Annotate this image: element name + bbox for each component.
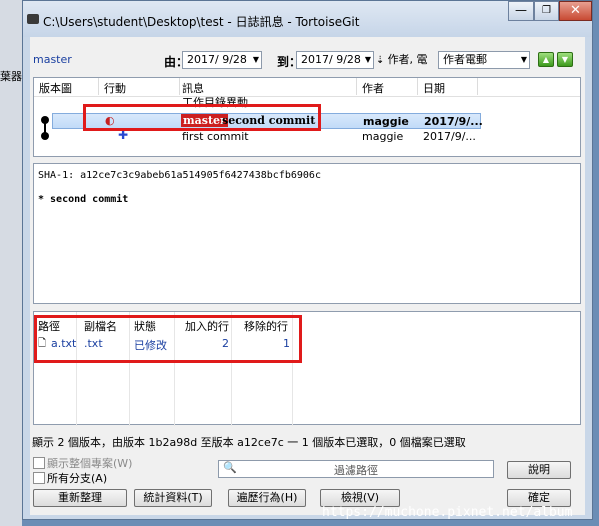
maximize-button[interactable]: ❐ bbox=[534, 1, 559, 21]
log-row-message: first commit bbox=[182, 130, 249, 143]
watermark-url: https://muchone.pixnet.net/album bbox=[322, 505, 573, 520]
dialog-client-area: master 由： 2017/ 9/28 ▼ 到： 2017/ 9/28 ▼ ⇣ 作… bbox=[30, 37, 585, 515]
log-row-date: 2017/9/... bbox=[424, 115, 483, 128]
commit-message-text: * second commit bbox=[38, 194, 129, 205]
highlight-annotation bbox=[83, 104, 321, 131]
column-divider[interactable] bbox=[477, 78, 478, 95]
search-field-caption[interactable]: ⇣ 作者, 電 bbox=[376, 51, 428, 67]
column-header-action[interactable]: 行動 bbox=[104, 80, 126, 96]
column-divider[interactable] bbox=[98, 78, 99, 95]
to-date-picker[interactable]: 2017/ 9/28 ▼ bbox=[296, 51, 374, 69]
log-row-date: 2017/9/... bbox=[423, 130, 476, 143]
column-header-author[interactable]: 作者 bbox=[362, 80, 384, 96]
filter-by-value: 作者電郵 bbox=[443, 53, 487, 66]
status-line: 顯示 2 個版本，由版本 1b2a98d 至版本 a12ce7c 一 1 個版本… bbox=[32, 436, 466, 449]
minimize-button[interactable]: — bbox=[508, 1, 534, 21]
chevron-down-icon: ▼ bbox=[520, 55, 527, 64]
chevron-down-icon: ▼ bbox=[252, 55, 259, 64]
filter-path-input[interactable]: 🔍 過濾路徑 bbox=[218, 460, 494, 478]
log-list-header: 版本圖 行動 訊息 作者 日期 bbox=[34, 78, 580, 97]
sha-text: SHA-1: a12ce7c3c9abeb61a514905f6427438bc… bbox=[38, 170, 321, 181]
from-date-value: 2017/ 9/28 bbox=[187, 53, 247, 66]
from-date-picker[interactable]: 2017/ 9/28 ▼ bbox=[182, 51, 262, 69]
background-text: 葉器 bbox=[0, 70, 22, 83]
all-branches-label[interactable]: 所有分支(A) bbox=[47, 470, 107, 486]
column-divider[interactable] bbox=[179, 78, 180, 95]
commit-detail-pane[interactable]: SHA-1: a12ce7c3c9abeb61a514905f6427438bc… bbox=[33, 163, 581, 304]
show-whole-project-label[interactable]: 顯示整個專案(W) bbox=[47, 455, 132, 471]
log-row-first-commit[interactable]: ✚ first commit maggie 2017/9/... bbox=[34, 128, 580, 145]
background-window-edge: 葉器 bbox=[0, 0, 22, 526]
walk-behavior-button[interactable]: 遍歷行為(H) bbox=[228, 489, 306, 507]
log-row-author: maggie bbox=[363, 115, 409, 128]
log-list[interactable]: 版本圖 行動 訊息 作者 日期 工作目錄異動 ◐ maggie 2017/9/.… bbox=[33, 77, 581, 157]
changed-files-list[interactable]: 路徑 副檔名 狀態 加入的行 移除的行 🗋 a.txt .txt 已修改 2 1 bbox=[33, 311, 581, 426]
chevron-down-icon: ▼ bbox=[364, 55, 371, 64]
column-header-date[interactable]: 日期 bbox=[423, 80, 445, 96]
all-branches-checkbox[interactable] bbox=[33, 472, 45, 484]
column-divider[interactable] bbox=[356, 78, 357, 95]
tortoisegit-log-window: C:\Users\student\Desktop\test - 日誌訊息 - T… bbox=[22, 0, 593, 520]
title-bar: C:\Users\student\Desktop\test - 日誌訊息 - T… bbox=[23, 1, 592, 37]
filter-path-placeholder: 過濾路徑 bbox=[334, 464, 378, 477]
to-date-value: 2017/ 9/28 bbox=[301, 53, 361, 66]
column-divider[interactable] bbox=[417, 78, 418, 95]
filter-icon: ⇣ bbox=[376, 55, 388, 66]
close-button[interactable]: ✕ bbox=[559, 1, 592, 21]
app-icon bbox=[27, 14, 39, 24]
help-button[interactable]: 說明 bbox=[507, 461, 571, 479]
highlight-annotation bbox=[34, 315, 302, 363]
filter-by-select[interactable]: 作者電郵 ▼ bbox=[438, 51, 530, 69]
up-arrow-button[interactable]: ▲ bbox=[538, 52, 554, 67]
window-title: C:\Users\student\Desktop\test - 日誌訊息 - T… bbox=[43, 15, 360, 29]
column-header-graph[interactable]: 版本圖 bbox=[39, 80, 72, 96]
down-arrow-button[interactable]: ▼ bbox=[557, 52, 573, 67]
show-whole-project-checkbox[interactable] bbox=[33, 457, 45, 469]
branch-link[interactable]: master bbox=[33, 53, 72, 66]
search-caption-text: 作者, 電 bbox=[387, 53, 428, 66]
refresh-button[interactable]: 重新整理 bbox=[33, 489, 127, 507]
statistics-button[interactable]: 統計資料(T) bbox=[134, 489, 212, 507]
log-row-author: maggie bbox=[362, 130, 404, 143]
